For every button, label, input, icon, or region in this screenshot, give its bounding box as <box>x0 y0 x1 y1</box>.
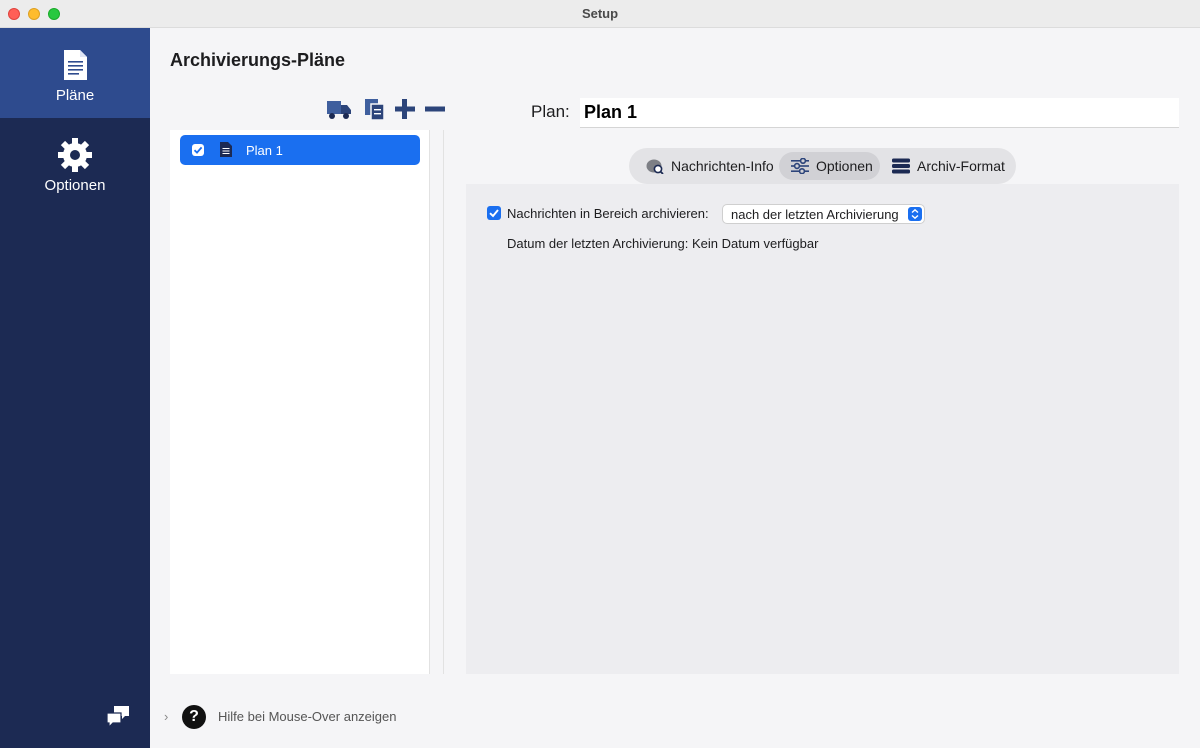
tab-label: Optionen <box>816 158 873 174</box>
list-item[interactable]: Plan 1 <box>180 135 420 165</box>
divider <box>443 130 444 674</box>
tab-label: Nachrichten-Info <box>671 158 774 174</box>
truck-icon[interactable] <box>326 96 352 122</box>
help-icon[interactable]: ? <box>182 705 206 729</box>
database-icon <box>892 158 910 174</box>
sidebar-item-label: Optionen <box>44 177 106 194</box>
plan-list: Plan 1 <box>170 130 430 674</box>
gear-icon <box>58 138 92 172</box>
tab-bar: Nachrichten-Info Optionen Archiv-Format <box>629 148 1016 184</box>
options-panel: Nachrichten in Bereich archivieren: nach… <box>466 184 1179 674</box>
window-title: Setup <box>581 6 619 21</box>
plan-name: Plan 1 <box>246 143 283 158</box>
title-bar: Setup <box>0 0 1200 28</box>
document-icon <box>64 50 87 80</box>
tab-optionen[interactable]: Optionen <box>779 152 880 180</box>
document-icon <box>220 142 232 157</box>
sidebar: Pläne Optionen <box>0 28 150 748</box>
sliders-icon <box>791 158 809 174</box>
sidebar-item-plans[interactable]: Pläne <box>0 28 150 118</box>
page-title: Archivierungs-Pläne <box>170 50 346 70</box>
help-hover-label: Hilfe bei Mouse-Over anzeigen <box>218 709 397 724</box>
sidebar-item-label: Pläne <box>55 87 95 104</box>
chat-bubbles-icon[interactable] <box>104 702 132 730</box>
archive-range-label: Nachrichten in Bereich archivieren: <box>507 206 709 221</box>
last-archive-date-text: Datum der letzten Archivierung: Kein Dat… <box>507 236 819 251</box>
archive-range-checkbox[interactable] <box>487 206 501 220</box>
minus-icon[interactable] <box>422 96 448 122</box>
message-search-icon <box>646 159 664 174</box>
chevron-right-icon[interactable]: › <box>164 709 168 724</box>
plus-icon[interactable] <box>392 96 418 122</box>
plan-label: Plan: <box>531 102 570 121</box>
tab-label: Archiv-Format <box>917 158 1005 174</box>
sidebar-item-options[interactable]: Optionen <box>0 118 150 208</box>
tab-archiv-format[interactable]: Archiv-Format <box>887 152 1011 180</box>
tab-nachrichten-info[interactable]: Nachrichten-Info <box>643 152 789 180</box>
chevron-up-down-icon <box>908 207 922 221</box>
duplicate-icon[interactable] <box>362 96 388 122</box>
archive-range-select[interactable]: nach der letzten Archivierung <box>722 204 925 224</box>
archive-range-value: nach der letzten Archivierung <box>731 207 899 222</box>
plan-enabled-checkbox[interactable] <box>192 144 204 156</box>
plan-name-field[interactable] <box>580 98 1179 128</box>
